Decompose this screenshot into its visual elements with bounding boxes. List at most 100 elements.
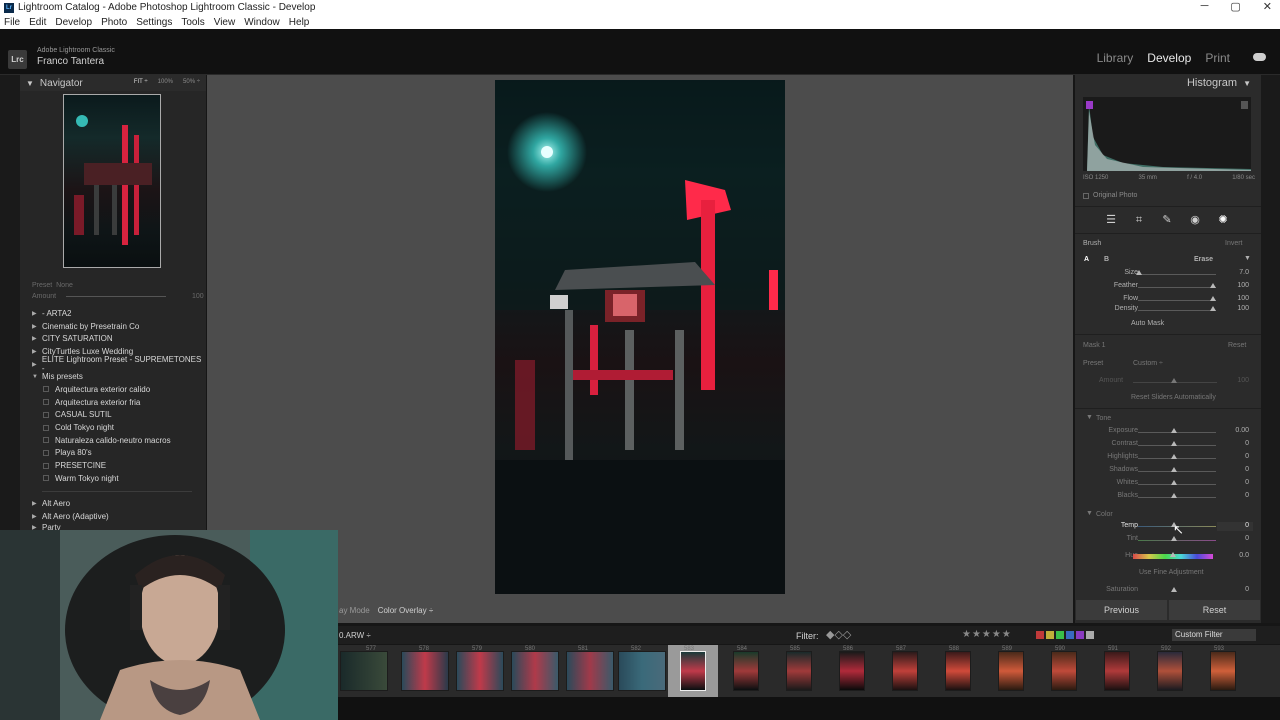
original-photo-toggle[interactable]: Original Photo — [1083, 192, 1137, 199]
filmstrip-thumb[interactable] — [998, 651, 1024, 691]
whites-value[interactable]: 0 — [1245, 479, 1249, 486]
fine-adjustment-toggle[interactable]: Use Fine Adjustment — [1139, 569, 1204, 576]
size-slider-knob[interactable] — [1136, 270, 1142, 275]
filmstrip-thumb[interactable] — [401, 651, 449, 691]
zoom-100[interactable]: 100% — [158, 79, 173, 85]
filmstrip-thumb[interactable] — [839, 651, 865, 691]
preset-item[interactable]: Arquitectura exterior calido — [32, 383, 204, 396]
collapse-triangle-icon[interactable]: ▼ — [1086, 510, 1093, 517]
feather-value[interactable]: 100 — [1237, 282, 1249, 289]
mask-reset[interactable]: Reset — [1228, 342, 1246, 349]
filmstrip-thumb[interactable] — [1104, 651, 1130, 691]
flow-slider[interactable] — [1138, 300, 1216, 301]
filmstrip-thumb-active[interactable] — [680, 651, 706, 691]
size-value[interactable]: 7.0 — [1239, 269, 1249, 276]
filmstrip-thumb[interactable] — [340, 651, 388, 691]
saturation-knob[interactable] — [1171, 587, 1177, 592]
module-library[interactable]: Library — [1097, 51, 1134, 65]
filmstrip-selected-frame[interactable] — [668, 645, 718, 697]
shadows-knob[interactable] — [1171, 467, 1177, 472]
filmstrip-thumb[interactable] — [786, 651, 812, 691]
preset-group[interactable]: ▶ Alt Aero — [32, 498, 204, 511]
preset-item[interactable]: Playa 80's — [32, 447, 204, 460]
red-eye-icon[interactable]: ◉ — [1189, 214, 1201, 226]
filmstrip-thumb[interactable] — [945, 651, 971, 691]
filmstrip-thumb[interactable] — [1210, 651, 1236, 691]
color-label-filter[interactable] — [1036, 631, 1094, 639]
main-photo[interactable] — [495, 80, 785, 594]
highlights-value[interactable]: 0 — [1245, 453, 1249, 460]
flag-filter-icon[interactable]: ◆◇◇ — [826, 628, 851, 641]
feather-slider-knob[interactable] — [1210, 283, 1216, 288]
highlights-knob[interactable] — [1171, 454, 1177, 459]
crop-icon[interactable]: ⌗ — [1133, 214, 1145, 226]
filmstrip-thumb[interactable] — [892, 651, 918, 691]
navigator-preview[interactable] — [63, 94, 161, 268]
tint-value[interactable]: 0 — [1245, 535, 1249, 542]
filmstrip-thumb[interactable] — [456, 651, 504, 691]
right-panel-edge[interactable] — [1261, 75, 1280, 623]
blacks-knob[interactable] — [1171, 493, 1177, 498]
preset-item[interactable]: Warm Tokyo night — [32, 472, 204, 485]
masking-icon[interactable]: ✺ — [1217, 214, 1229, 226]
menu-develop[interactable]: Develop — [55, 17, 92, 28]
hue-value[interactable]: 0.0 — [1239, 552, 1249, 559]
histogram-graph[interactable] — [1083, 97, 1251, 171]
flow-value[interactable]: 100 — [1237, 295, 1249, 302]
filmstrip-thumb[interactable] — [618, 651, 666, 691]
preset-group[interactable]: ▶ - ARTA2 — [32, 307, 204, 320]
highlights-slider[interactable] — [1138, 458, 1216, 459]
density-value[interactable]: 100 — [1237, 305, 1249, 312]
zoom-50[interactable]: 50% ÷ — [183, 79, 200, 85]
module-develop[interactable]: Develop — [1147, 51, 1191, 65]
saturation-value[interactable]: 0 — [1245, 586, 1249, 593]
minimize-button[interactable]: ─ — [1201, 0, 1209, 13]
mask-amount-knob[interactable] — [1171, 378, 1177, 383]
filmstrip-thumb[interactable] — [1051, 651, 1077, 691]
invert-toggle[interactable]: Invert — [1225, 240, 1243, 247]
cloud-icon[interactable] — [1253, 53, 1266, 61]
preset-item[interactable]: CASUAL SUTIL — [32, 409, 204, 422]
white-label-icon[interactable] — [1086, 631, 1094, 639]
density-slider-knob[interactable] — [1210, 306, 1216, 311]
brush-tab-erase[interactable]: Erase — [1194, 256, 1213, 263]
whites-knob[interactable] — [1171, 480, 1177, 485]
contrast-value[interactable]: 0 — [1245, 440, 1249, 447]
menu-settings[interactable]: Settings — [136, 17, 172, 28]
preset-group[interactable]: ▶ Alt Aero (Adaptive) — [32, 510, 204, 523]
maximize-button[interactable]: ▢ — [1230, 0, 1240, 13]
rating-filter-icon[interactable]: ★★★★★ — [962, 629, 1012, 640]
filmstrip-filename[interactable]: 0.ARW ÷ — [339, 631, 371, 640]
contrast-knob[interactable] — [1171, 441, 1177, 446]
green-label-icon[interactable] — [1056, 631, 1064, 639]
size-slider[interactable] — [1138, 274, 1216, 275]
temp-value[interactable]: 0 — [1245, 522, 1249, 529]
preset-group[interactable]: ▶ Cinematic by Presetrain Co — [32, 320, 204, 333]
custom-filter-select[interactable]: Custom Filter — [1172, 629, 1256, 641]
exposure-knob[interactable] — [1171, 428, 1177, 433]
filmstrip-thumb[interactable] — [566, 651, 614, 691]
menu-help[interactable]: Help — [289, 17, 310, 28]
preset-item[interactable]: Naturaleza calido-neutro macros — [32, 434, 204, 447]
whites-slider[interactable] — [1138, 484, 1216, 485]
menu-window[interactable]: Window — [244, 17, 280, 28]
dropdown-icon[interactable]: ▼ — [1244, 255, 1251, 262]
previous-button[interactable]: Previous — [1076, 600, 1167, 620]
menu-photo[interactable]: Photo — [101, 17, 127, 28]
zoom-fit[interactable]: FIT ÷ — [134, 79, 148, 85]
preset-item[interactable]: Arquitectura exterior fria — [32, 396, 204, 409]
menu-file[interactable]: File — [4, 17, 20, 28]
blacks-slider[interactable] — [1138, 497, 1216, 498]
filmstrip-thumb[interactable] — [511, 651, 559, 691]
contrast-slider[interactable] — [1138, 445, 1216, 446]
feather-slider[interactable] — [1138, 287, 1216, 288]
healing-icon[interactable]: ✎ — [1161, 214, 1173, 226]
menu-edit[interactable]: Edit — [29, 17, 46, 28]
reset-button[interactable]: Reset — [1169, 600, 1260, 620]
auto-mask-toggle[interactable]: Auto Mask — [1131, 320, 1164, 327]
exposure-slider[interactable] — [1138, 432, 1216, 433]
menu-view[interactable]: View — [214, 17, 236, 28]
exposure-value[interactable]: 0.00 — [1235, 427, 1249, 434]
filmstrip-thumb[interactable] — [733, 651, 759, 691]
histogram-header[interactable]: Histogram ▼ — [1075, 75, 1261, 91]
